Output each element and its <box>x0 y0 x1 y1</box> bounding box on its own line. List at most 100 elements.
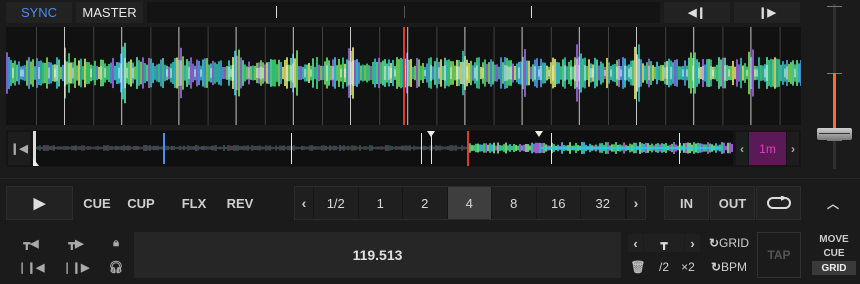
waveform-bar <box>790 62 792 84</box>
waveform-bar <box>448 59 450 87</box>
tempo-fader[interactable] <box>808 0 860 175</box>
headphone-button[interactable]: 🎧︎ <box>107 258 125 276</box>
nudge-back-button[interactable]: ◀❙ <box>664 2 730 23</box>
main-waveform[interactable] <box>6 27 801 125</box>
tempo-fader-handle[interactable] <box>817 128 852 140</box>
waveform-bar <box>486 64 488 82</box>
play-button[interactable]: ▶ <box>6 186 73 220</box>
waveform-highlight <box>132 67 134 79</box>
set-beatgrid-marker-button[interactable]: ┳◀ <box>20 234 42 252</box>
overview-bar <box>449 145 451 151</box>
move-grid-button[interactable]: GRID <box>812 261 856 275</box>
skip-to-start-button[interactable]: ❙◀ <box>8 132 30 165</box>
bpm-display[interactable]: 119.513 <box>134 232 621 278</box>
skip-to-start-icon: ❙◀ <box>10 143 28 155</box>
tap-button[interactable]: TAP <box>757 232 801 278</box>
waveform-bar <box>24 65 26 81</box>
overview-bar <box>413 145 415 151</box>
grid-reset-button[interactable]: ↻ GRID <box>706 234 752 252</box>
loop-size-prev-button[interactable]: ‹ <box>295 187 313 219</box>
overview-bar <box>399 146 401 150</box>
overview-bar <box>327 146 329 150</box>
loop-size-option[interactable]: 4 <box>447 187 491 219</box>
waveform-highlight <box>304 68 306 78</box>
grid-nav-next-button[interactable]: › <box>685 234 700 252</box>
waveform-bar <box>738 64 740 82</box>
overview-bar <box>117 146 119 150</box>
overview-bar <box>313 146 315 150</box>
waveform-highlight <box>670 66 672 80</box>
overview-bar <box>379 146 381 150</box>
waveform-highlight <box>170 68 172 78</box>
waveform-bar <box>700 66 702 80</box>
loop-size-option[interactable]: 32 <box>581 187 625 219</box>
waveform-highlight <box>12 67 14 79</box>
loop-size-option[interactable]: 16 <box>536 187 580 219</box>
loop-size-next-button[interactable]: › <box>627 187 645 219</box>
beatgrid-line <box>292 27 294 125</box>
bpm-reset-button[interactable]: ↻ BPM <box>706 258 752 276</box>
grid-lock-button[interactable]: 🔒︎ <box>107 234 125 252</box>
waveform-bar <box>420 65 422 81</box>
cup-button[interactable]: CUP <box>121 186 161 220</box>
flx-button[interactable]: FLX <box>174 186 214 220</box>
loop-length-prev-button[interactable]: ‹ <box>736 132 748 165</box>
loop-size-option[interactable]: 2 <box>403 187 447 219</box>
waveform-bar <box>114 65 116 81</box>
rev-button[interactable]: REV <box>220 186 260 220</box>
overview-bar <box>323 145 325 151</box>
grid-shift-left-button[interactable]: ❘❙◀ <box>18 258 45 276</box>
sync-button[interactable]: SYNC <box>6 2 72 23</box>
delete-grid-button[interactable]: 🗑︎ <box>630 258 646 276</box>
cue-button[interactable]: CUE <box>77 186 117 220</box>
waveform-highlight <box>590 68 592 78</box>
waveform-bar <box>556 61 558 85</box>
overview-bar <box>303 146 305 150</box>
overview-bar <box>403 145 405 151</box>
overview-bar <box>73 145 75 151</box>
loop-size-option[interactable]: 1 <box>358 187 402 219</box>
waveform-bar <box>102 59 104 87</box>
waveform-bar <box>358 62 360 84</box>
loop-in-button[interactable]: IN <box>664 186 709 220</box>
waveform-highlight <box>348 60 350 86</box>
loop-size-option[interactable]: 1/2 <box>314 187 358 219</box>
collapse-button[interactable]: ︿ <box>816 186 850 220</box>
overview-bar <box>167 145 169 151</box>
overview-bar <box>201 146 203 150</box>
waveform-highlight <box>56 65 58 81</box>
waveform-bar <box>372 61 374 85</box>
waveform-bar <box>140 61 142 85</box>
waveform-bar <box>396 57 398 89</box>
master-button[interactable]: MASTER <box>76 2 143 23</box>
waveform-bar <box>674 59 676 87</box>
waveform-bar <box>52 64 54 82</box>
tempo-fill <box>833 73 836 131</box>
half-bpm-button[interactable]: /2 <box>653 258 675 276</box>
overview-waveform[interactable] <box>33 131 733 166</box>
waveform-bar <box>16 64 18 82</box>
grid-shift-right-button[interactable]: ❘❙▶ <box>63 258 90 276</box>
waveform-bar <box>600 61 602 85</box>
loop-out-button[interactable]: OUT <box>710 186 755 220</box>
grid-nav-prev-button[interactable]: ‹ <box>628 234 643 252</box>
loop-length-next-button[interactable]: › <box>787 132 799 165</box>
waveform-bar <box>772 59 774 87</box>
move-cue-button[interactable]: CUE <box>812 247 856 260</box>
double-bpm-button[interactable]: ×2 <box>677 258 699 276</box>
add-beatgrid-marker-button[interactable]: ┳▶ <box>65 234 87 252</box>
overview-bar <box>429 145 431 151</box>
overview-bar <box>397 146 399 150</box>
waveform-bar <box>382 60 384 86</box>
overview-bar <box>471 145 473 151</box>
beatgrid-line <box>464 27 466 125</box>
grid-marker-button[interactable]: ┳ <box>644 234 684 252</box>
waveform-bar <box>328 60 330 86</box>
beatgrid-subline <box>150 27 152 125</box>
overview-bar <box>203 145 205 151</box>
waveform-highlight <box>326 65 328 81</box>
loop-toggle-button[interactable] <box>756 186 801 220</box>
nudge-forward-button[interactable]: ❙▶ <box>734 2 800 23</box>
waveform-highlight <box>584 65 586 81</box>
loop-size-option[interactable]: 8 <box>492 187 536 219</box>
